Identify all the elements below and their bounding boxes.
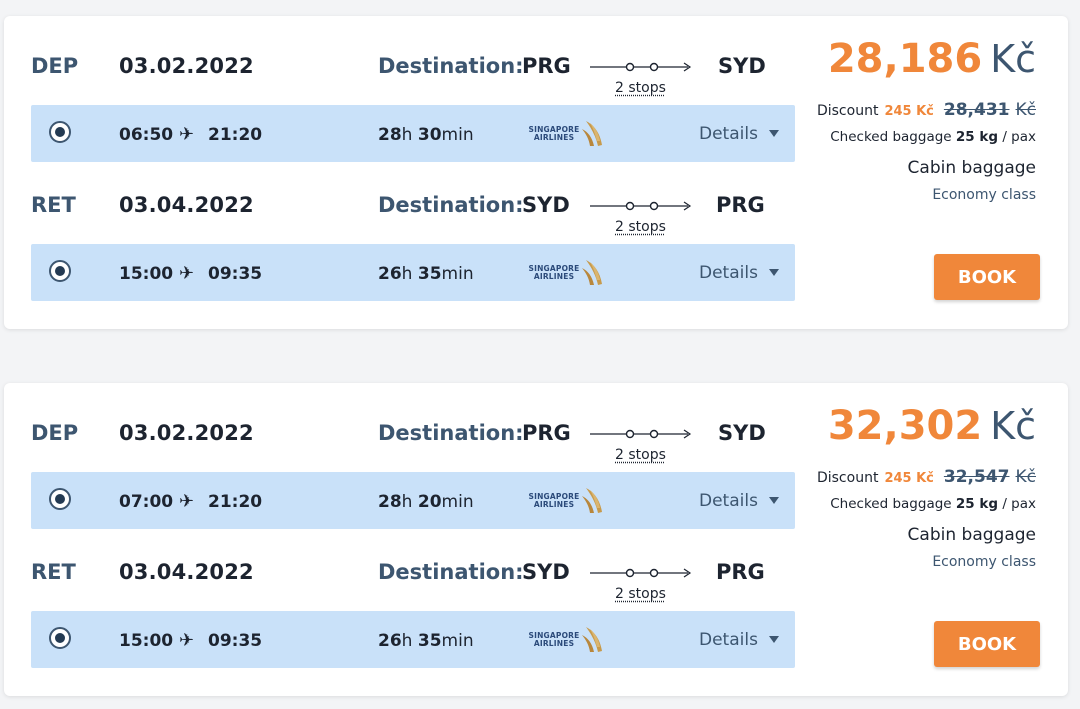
flight-duration: 26h 35min <box>378 631 474 651</box>
stops-link[interactable]: 2 stops <box>615 447 666 463</box>
segment-radio-selected[interactable] <box>49 121 71 143</box>
segment-radio-selected[interactable] <box>49 488 71 510</box>
flight-result-card: DEP 03.02.2022 Destination: PRG 2 stops … <box>4 16 1068 329</box>
arrival-time: 09:35 <box>208 264 263 284</box>
travel-class-label: Economy class <box>932 187 1036 203</box>
checked-baggage-info: Checked baggage 25 kg / pax <box>830 129 1036 145</box>
origin-airport-code: PRG <box>522 54 571 78</box>
stops-link[interactable]: 2 stops <box>615 80 666 96</box>
flight-duration: 26h 35min <box>378 264 474 284</box>
singapore-airlines-logo: SINGAPORE AIRLINES <box>528 486 608 516</box>
arrival-time: 21:20 <box>208 492 263 512</box>
destination-label: Destination: <box>378 560 524 584</box>
flight-segment-return[interactable]: 15:00 ✈ 09:35 26h 35min SINGAPORE AIRLINE… <box>31 611 795 668</box>
original-price: 32,547 <box>943 467 1010 487</box>
original-price: 28,431 <box>943 100 1010 120</box>
singapore-airlines-bird-icon <box>582 121 602 146</box>
leg-date: 03.04.2022 <box>119 560 254 584</box>
leg-type-label: RET <box>31 560 76 584</box>
singapore-airlines-bird-icon <box>582 627 602 652</box>
flight-duration: 28h 20min <box>378 492 474 512</box>
singapore-airlines-bird-icon <box>582 488 602 513</box>
stops-link[interactable]: 2 stops <box>615 219 666 235</box>
discount-row: Discount 245 Kč 32,547 Kč <box>816 467 1036 487</box>
singapore-airlines-logo: SINGAPORE AIRLINES <box>528 258 608 288</box>
details-toggle[interactable]: Details <box>699 263 758 283</box>
leg-date: 03.02.2022 <box>119 54 254 78</box>
caret-down-icon[interactable] <box>769 269 779 276</box>
book-button[interactable]: BOOK <box>934 254 1040 300</box>
segment-radio-selected[interactable] <box>49 260 71 282</box>
details-toggle[interactable]: Details <box>699 630 758 650</box>
destination-label: Destination: <box>378 54 524 78</box>
departure-time: 06:50 <box>119 125 174 145</box>
flight-segment-departure[interactable]: 07:00 ✈ 21:20 28h 20min SINGAPORE AIRLINE… <box>31 472 795 529</box>
book-button[interactable]: BOOK <box>934 621 1040 667</box>
leg-header-departure: DEP 03.02.2022 Destination: PRG 2 stops … <box>4 46 804 96</box>
route-stops-icon <box>590 201 692 211</box>
origin-airport-code: PRG <box>522 421 571 445</box>
leg-type-label: RET <box>31 193 76 217</box>
total-price: 28,186 Kč <box>827 36 1036 82</box>
origin-airport-code: SYD <box>522 193 570 217</box>
route-stops-icon <box>590 568 692 578</box>
caret-down-icon[interactable] <box>769 497 779 504</box>
flight-segment-departure[interactable]: 06:50 ✈ 21:20 28h 30min SINGAPORE AIRLINE… <box>31 105 795 162</box>
leg-date: 03.02.2022 <box>119 421 254 445</box>
details-toggle[interactable]: Details <box>699 491 758 511</box>
destination-label: Destination: <box>378 193 524 217</box>
origin-airport-code: SYD <box>522 560 570 584</box>
discount-row: Discount 245 Kč 28,431 Kč <box>816 100 1036 120</box>
caret-down-icon[interactable] <box>769 636 779 643</box>
leg-type-label: DEP <box>31 54 79 78</box>
stops-link[interactable]: 2 stops <box>615 586 666 602</box>
arrival-time: 21:20 <box>208 125 263 145</box>
route-stops-icon <box>590 429 692 439</box>
leg-header-return: RET 03.04.2022 Destination: SYD 2 stops … <box>4 185 804 235</box>
cabin-baggage-label: Cabin baggage <box>907 525 1036 545</box>
singapore-airlines-logo: SINGAPORE AIRLINES <box>528 119 608 149</box>
travel-class-label: Economy class <box>932 554 1036 570</box>
leg-type-label: DEP <box>31 421 79 445</box>
destination-airport-code: PRG <box>716 193 765 217</box>
plane-icon: ✈ <box>179 630 195 651</box>
destination-label: Destination: <box>378 421 524 445</box>
departure-time: 15:00 <box>119 264 174 284</box>
caret-down-icon[interactable] <box>769 130 779 137</box>
singapore-airlines-logo: SINGAPORE AIRLINES <box>528 625 608 655</box>
arrival-time: 09:35 <box>208 631 263 651</box>
departure-time: 07:00 <box>119 492 174 512</box>
destination-airport-code: SYD <box>718 421 766 445</box>
plane-icon: ✈ <box>179 263 195 284</box>
flight-duration: 28h 30min <box>378 125 474 145</box>
singapore-airlines-bird-icon <box>582 260 602 285</box>
leg-date: 03.04.2022 <box>119 193 254 217</box>
route-stops-icon <box>590 62 692 72</box>
leg-header-departure: DEP 03.02.2022 Destination: PRG 2 stops … <box>4 413 804 463</box>
flight-segment-return[interactable]: 15:00 ✈ 09:35 26h 35min SINGAPORE AIRLINE… <box>31 244 795 301</box>
departure-time: 15:00 <box>119 631 174 651</box>
segment-radio-selected[interactable] <box>49 627 71 649</box>
details-toggle[interactable]: Details <box>699 124 758 144</box>
leg-header-return: RET 03.04.2022 Destination: SYD 2 stops … <box>4 552 804 602</box>
total-price: 32,302 Kč <box>827 403 1036 449</box>
plane-icon: ✈ <box>179 491 195 512</box>
discount-amount: 245 Kč <box>884 471 934 486</box>
plane-icon: ✈ <box>179 124 195 145</box>
checked-baggage-info: Checked baggage 25 kg / pax <box>830 496 1036 512</box>
destination-airport-code: SYD <box>718 54 766 78</box>
flight-result-card: DEP 03.02.2022 Destination: PRG 2 stops … <box>4 383 1068 696</box>
discount-amount: 245 Kč <box>884 104 934 119</box>
destination-airport-code: PRG <box>716 560 765 584</box>
cabin-baggage-label: Cabin baggage <box>907 158 1036 178</box>
